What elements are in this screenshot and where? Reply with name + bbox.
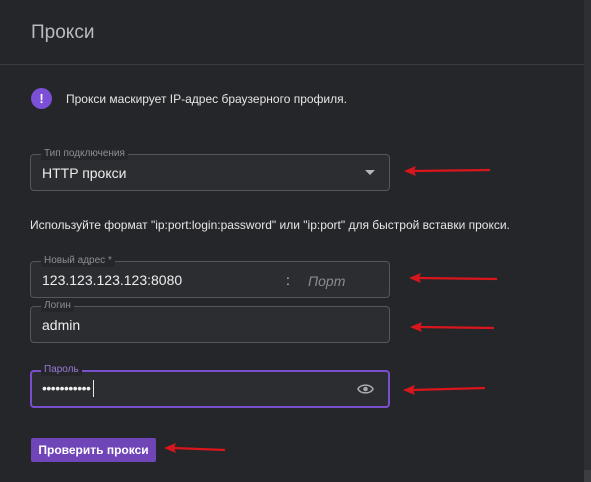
address-label: Новый адрес * — [41, 255, 115, 267]
info-text: Прокси маскирует IP-адрес браузерного пр… — [66, 92, 347, 106]
connection-type-value: HTTP прокси — [42, 165, 127, 181]
login-field[interactable]: Логин admin — [30, 300, 390, 343]
text-caret — [93, 380, 94, 397]
port-input[interactable]: Порт — [308, 273, 345, 289]
annotation-arrow-icon — [410, 322, 495, 332]
check-proxy-button[interactable]: Проверить прокси — [31, 438, 156, 462]
page-title: Прокси — [31, 22, 95, 43]
connection-type-label: Тип подключения — [41, 148, 128, 160]
password-field[interactable]: Пароль ••••••••••• — [30, 364, 390, 408]
annotation-arrow-icon — [164, 443, 226, 453]
address-field[interactable]: Новый адрес * 123.123.123.123:8080 : Пор… — [30, 255, 390, 298]
annotation-arrow-icon — [409, 273, 498, 283]
scroll-gutter — [584, 0, 591, 482]
password-label: Пароль — [41, 364, 82, 376]
login-value[interactable]: admin — [42, 317, 80, 333]
connection-type-select[interactable]: Тип подключения HTTP прокси — [30, 148, 390, 191]
eye-icon[interactable] — [357, 383, 374, 395]
annotation-arrow-icon — [403, 385, 486, 395]
format-hint: Используйте формат "ip:port:login:passwo… — [30, 218, 510, 232]
info-icon: ! — [31, 88, 52, 109]
proxy-dialog: Прокси ! Прокси маскирует IP-адрес брауз… — [0, 0, 584, 482]
address-value[interactable]: 123.123.123.123:8080 — [42, 272, 182, 288]
annotation-arrow-icon — [404, 166, 491, 176]
dialog-header: Прокси — [0, 0, 584, 65]
chevron-down-icon[interactable] — [365, 170, 375, 175]
login-label: Логин — [41, 300, 74, 312]
password-value[interactable]: ••••••••••• — [42, 380, 91, 396]
port-separator: : — [286, 272, 290, 288]
scrollbar-thumb[interactable] — [584, 470, 591, 482]
